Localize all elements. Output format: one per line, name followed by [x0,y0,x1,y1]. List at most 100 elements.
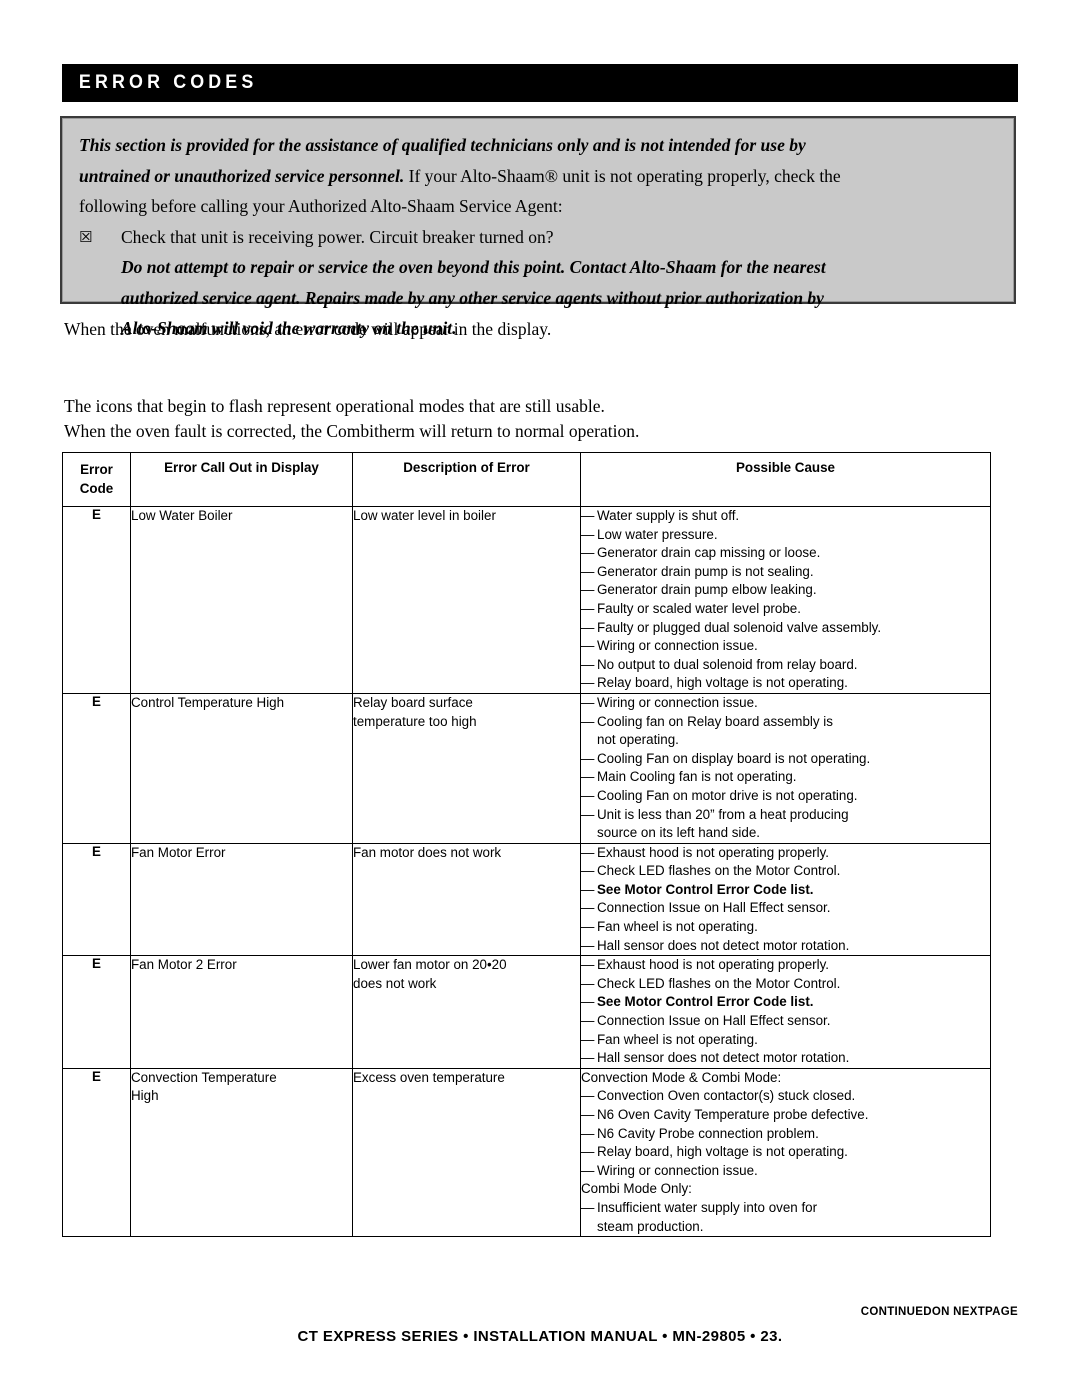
cell-possible-cause: — Exhaust hood is not operating properly.… [580,955,991,1069]
dash-icon: — [581,638,595,654]
cause-list-item: — Fan wheel is not operating. [581,1031,990,1050]
cause-list-item-text: Faulty or scaled water level probe. [597,600,801,616]
page: ERROR CODES This section is provided for… [0,0,1080,1397]
dash-icon: — [581,563,595,579]
cause-list-item-text: Cooling Fan on display board is not oper… [597,750,871,766]
cell-error-callout: Low Water Boiler [130,506,353,694]
cause-list-item-text: Fan wheel is not operating. [597,919,758,935]
cause-list-item: — See Motor Control Error Code list. [581,993,990,1012]
column-header-callout: Error Call Out in Display [130,452,353,507]
cell-possible-cause: — Wiring or connection issue. — Cooling fan… [580,692,991,844]
notice-bullet-item: ☒ Check that unit is receiving power. Ci… [79,222,997,253]
cause-list-item-text: See Motor Control Error Code list. [597,994,814,1010]
cause-list-item-text: Check LED flashes on the Motor Control. [597,975,841,991]
cause-list-item: — Cooling Fan on motor drive is not opera… [581,787,990,806]
cell-error-description: Lower fan motor on 20•20 does not work [352,955,581,1069]
notice-bullet-label: Check that unit is receiving power. Circ… [121,226,554,247]
dash-icon: — [581,1199,595,1215]
dash-icon: — [581,1107,595,1122]
notice-warning-line-1: Do not attempt to repair or service the … [121,257,826,277]
dash-icon: — [581,994,595,1010]
cell-error-description: Relay board surface temperature too high [352,692,581,844]
cause-list-item: — Faulty or plugged dual solenoid valve a… [581,619,990,638]
notice-line-2: untrained or unauthorized service person… [79,161,997,192]
cause-group-heading: Combi Mode Only: [581,1181,692,1197]
cell-possible-cause: — Water supply is shut off. — Low water pre… [580,506,991,694]
cause-list-item: — Cooling Fan on display board is not ope… [581,750,990,769]
table-row: E Convection Temperature High Excess oven t… [62,1067,991,1238]
table-body: E Low Water Boiler Low water level in boil… [62,506,991,1238]
cause-list-item: — Wiring or connection issue. [581,694,990,713]
cause-list-item-text: Cooling Fan on motor drive is not operat… [597,787,858,803]
dash-icon: — [581,619,595,635]
dash-icon: — [581,769,595,785]
dash-icon: — [581,750,595,766]
callout-line: High [131,1088,159,1104]
cause-list-item: — Exhaust hood is not operating properly. [581,956,990,975]
cause-list-item-text: Low water pressure. [597,526,718,542]
column-header-error-code: Error Code [62,452,131,507]
cell-error-description: Excess oven temperature [352,1067,581,1238]
cause-list-item: — No output to dual solenoid from relay b… [581,656,990,675]
dash-icon: — [581,863,595,879]
cell-error-callout: Fan Motor Error [130,842,353,957]
callout-line: Fan Motor 2 Error [131,957,237,973]
cause-list-item-text: Exhaust hood is not operating properly. [597,957,830,973]
dash-icon: — [581,582,595,598]
cause-list-item: — Main Cooling fan is not operating. [581,768,990,787]
footer-manual-line: CT EXPRESS SERIES • INSTALLATION MANUAL … [297,1328,783,1345]
cause-list-item-text: Wiring or connection issue. [597,694,758,710]
intro-paragraph-3: When the oven fault is corrected, the Co… [64,421,640,441]
cause-list-item-text: Unit is less than 20” from a heat produc… [597,806,849,822]
cause-list-item-text: Generator drain pump elbow leaking. [597,582,817,598]
cell-possible-cause: Convection Mode & Combi Mode: — Convection… [580,1067,991,1238]
callout-line: Fan Motor Error [131,844,226,860]
column-header-error-code-line1: Error [80,462,113,477]
table-row: E Low Water Boiler Low water level in boil… [62,506,991,694]
dash-icon: — [581,1125,595,1141]
cell-error-callout: Fan Motor 2 Error [130,955,353,1069]
cause-list-item-text: Generator drain cap missing or loose. [597,545,821,561]
dash-icon: — [581,1088,595,1104]
cause-list-item: — Unit is less than 20” from a heat produ… [581,806,990,825]
intro-paragraph-2: The icons that begin to flash represent … [64,396,605,416]
column-header-description: Description of Error [352,452,581,507]
dash-icon: — [581,545,595,561]
checkbox-x-icon: ☒ [79,227,93,246]
cause-list-item: — Connection Issue on Hall Effect sensor. [581,899,990,918]
description-line: temperature too high [353,713,477,729]
column-header-error-code-line2: Code [79,481,114,496]
cause-list-item: — Convection Oven contactor(s) stuck clos… [581,1087,990,1106]
cause-list-item: — Generator drain pump elbow leaking. [581,581,990,600]
callout-line: Convection Temperature [131,1069,277,1085]
cell-error-description: Low water level in boiler [352,506,581,694]
cause-list-item: — Insufficient water supply into oven for [581,1199,990,1218]
dash-icon: — [581,844,595,860]
cause-list-item-text: Main Cooling fan is not operating. [597,769,797,785]
cause-list-item-text: N6 Oven Cavity Temperature probe defecti… [597,1107,869,1122]
dash-icon: — [581,975,595,991]
callout-line: Low Water Boiler [131,508,233,523]
notice-line-2-roman: If your Alto-Shaam® unit is not operatin… [404,165,841,186]
cause-list-item-text: Exhaust hood is not operating properly. [597,844,830,860]
cause-list-item-continuation: steam production. [597,1218,704,1234]
cause-list-item-continuation: source on its left hand side. [597,825,761,841]
description-line: Lower fan motor on 20•20 [353,957,507,973]
cause-list-item-text: Connection Issue on Hall Effect sensor. [597,1013,831,1029]
cause-list-item: — N6 Oven Cavity Temperature probe defect… [581,1106,990,1125]
dash-icon: — [581,600,595,616]
dash-icon: — [581,1162,595,1178]
notice-line-3: following before calling your Authorized… [79,196,563,216]
cause-list-item: — Exhaust hood is not operating properly. [581,844,990,863]
cause-list-item: — Wiring or connection issue. [581,637,990,656]
cause-list-item-text: No output to dual solenoid from relay bo… [597,656,858,672]
dash-icon: — [581,1144,595,1160]
table-row: E Control Temperature High Relay board sur… [62,692,991,844]
table-header: Error Code Error Call Out in Display Des… [62,452,991,507]
column-header-cause: Possible Cause [580,452,991,507]
description-line: Low water level in boiler [353,508,496,523]
cause-list-item-text: Relay board, high voltage is not operati… [597,1144,848,1160]
dash-icon: — [581,694,595,710]
table-row: E Fan Motor Error Fan motor does not work —… [62,842,991,957]
description-line: Excess oven temperature [353,1069,505,1085]
